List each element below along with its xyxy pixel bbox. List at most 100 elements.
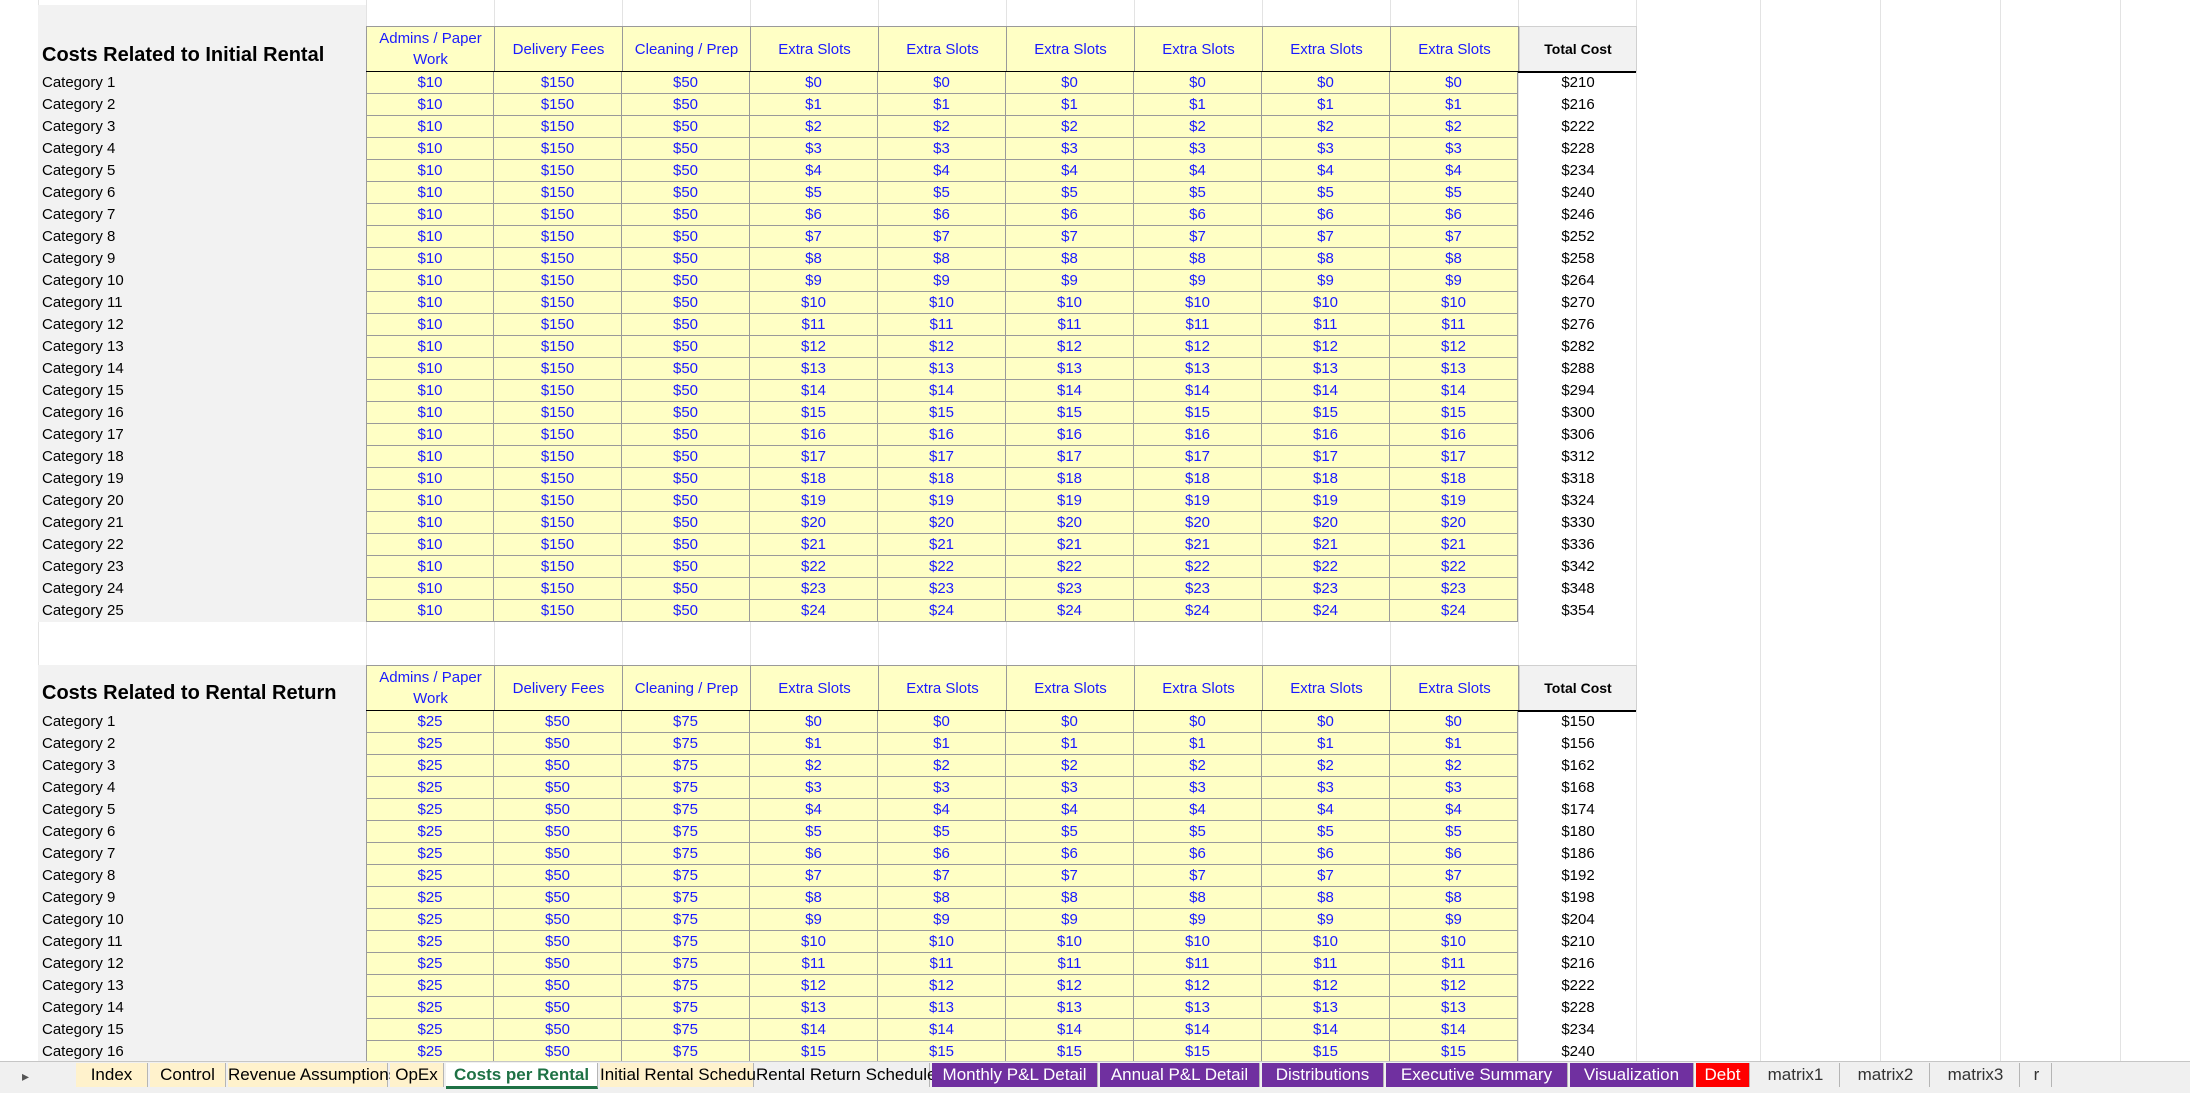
input-cell[interactable]: $50 [494,843,622,865]
input-cell[interactable]: $150 [494,446,622,468]
input-cell[interactable]: $0 [1006,72,1134,94]
input-cell[interactable]: $11 [1006,314,1134,336]
total-cost-cell[interactable]: $210 [1519,931,1637,953]
input-cell[interactable]: $150 [494,512,622,534]
total-cost-cell[interactable]: $180 [1519,821,1637,843]
input-cell[interactable]: $13 [878,358,1006,380]
input-cell[interactable]: $150 [494,248,622,270]
total-cost-cell[interactable]: $276 [1519,314,1637,336]
input-cell[interactable]: $0 [1006,711,1134,733]
column-header[interactable]: Extra Slots [750,665,879,711]
input-cell[interactable]: $10 [366,248,494,270]
category-label[interactable]: Category 7 [42,843,115,865]
input-cell[interactable]: $50 [622,446,750,468]
input-cell[interactable]: $25 [366,931,494,953]
input-cell[interactable]: $150 [494,424,622,446]
input-cell[interactable]: $6 [878,843,1006,865]
input-cell[interactable]: $10 [750,931,878,953]
input-cell[interactable]: $17 [1390,446,1518,468]
input-cell[interactable]: $1 [1262,94,1390,116]
column-header[interactable]: Cleaning / Prep [622,26,751,72]
input-cell[interactable]: $0 [1262,72,1390,94]
total-cost-cell[interactable]: $336 [1519,534,1637,556]
input-cell[interactable]: $5 [1006,821,1134,843]
input-cell[interactable]: $13 [750,358,878,380]
input-cell[interactable]: $50 [622,468,750,490]
input-cell[interactable]: $10 [366,270,494,292]
input-cell[interactable]: $1 [1390,733,1518,755]
input-cell[interactable]: $7 [1006,226,1134,248]
input-cell[interactable]: $150 [494,600,622,622]
input-cell[interactable]: $75 [622,711,750,733]
category-label[interactable]: Category 23 [42,556,124,578]
input-cell[interactable]: $150 [494,358,622,380]
input-cell[interactable]: $21 [750,534,878,556]
total-cost-header[interactable]: Total Cost [1519,665,1637,711]
input-cell[interactable]: $13 [878,997,1006,1019]
tab-scroll-arrow-icon[interactable]: ▸ [22,1068,29,1085]
input-cell[interactable]: $13 [750,997,878,1019]
input-cell[interactable]: $1 [1134,733,1262,755]
input-cell[interactable]: $16 [1390,424,1518,446]
input-cell[interactable]: $17 [878,446,1006,468]
input-cell[interactable]: $4 [1390,160,1518,182]
input-cell[interactable]: $20 [878,512,1006,534]
sheet-tab-control[interactable]: Control [150,1063,226,1087]
category-label[interactable]: Category 13 [42,975,124,997]
sheet-tab-monthly-p-l-detail[interactable]: Monthly P&L Detail [932,1063,1098,1087]
input-cell[interactable]: $12 [1006,336,1134,358]
input-cell[interactable]: $6 [1134,204,1262,226]
total-cost-cell[interactable]: $222 [1519,116,1637,138]
input-cell[interactable]: $6 [1390,204,1518,226]
input-cell[interactable]: $9 [750,909,878,931]
input-cell[interactable]: $25 [366,997,494,1019]
category-label[interactable]: Category 11 [42,931,123,953]
input-cell[interactable]: $16 [1006,424,1134,446]
category-label[interactable]: Category 4 [42,777,115,799]
input-cell[interactable]: $5 [750,182,878,204]
input-cell[interactable]: $10 [1390,292,1518,314]
input-cell[interactable]: $21 [878,534,1006,556]
input-cell[interactable]: $50 [494,711,622,733]
input-cell[interactable]: $10 [366,204,494,226]
total-cost-cell[interactable]: $252 [1519,226,1637,248]
column-header[interactable]: Extra Slots [878,26,1007,72]
input-cell[interactable]: $150 [494,138,622,160]
column-header[interactable]: Extra Slots [1390,665,1519,711]
column-header[interactable]: Extra Slots [1262,26,1391,72]
input-cell[interactable]: $15 [1006,402,1134,424]
input-cell[interactable]: $50 [622,380,750,402]
input-cell[interactable]: $5 [878,182,1006,204]
input-cell[interactable]: $50 [494,953,622,975]
input-cell[interactable]: $3 [1006,777,1134,799]
input-cell[interactable]: $50 [494,733,622,755]
input-cell[interactable]: $11 [1006,953,1134,975]
input-cell[interactable]: $4 [1262,160,1390,182]
category-label[interactable]: Category 24 [42,578,124,600]
input-cell[interactable]: $23 [1006,578,1134,600]
input-cell[interactable]: $10 [366,578,494,600]
input-cell[interactable]: $10 [366,94,494,116]
input-cell[interactable]: $0 [878,711,1006,733]
input-cell[interactable]: $25 [366,799,494,821]
total-cost-cell[interactable]: $324 [1519,490,1637,512]
category-label[interactable]: Category 8 [42,865,115,887]
input-cell[interactable]: $18 [750,468,878,490]
input-cell[interactable]: $50 [622,248,750,270]
category-label[interactable]: Category 16 [42,1041,124,1061]
column-header[interactable]: Extra Slots [1006,26,1135,72]
column-header[interactable]: Delivery Fees [494,26,623,72]
input-cell[interactable]: $14 [1134,1019,1262,1041]
input-cell[interactable]: $10 [366,358,494,380]
input-cell[interactable]: $18 [878,468,1006,490]
input-cell[interactable]: $21 [1390,534,1518,556]
input-cell[interactable]: $18 [1390,468,1518,490]
input-cell[interactable]: $14 [1262,1019,1390,1041]
input-cell[interactable]: $10 [366,600,494,622]
input-cell[interactable]: $150 [494,94,622,116]
input-cell[interactable]: $50 [622,600,750,622]
input-cell[interactable]: $7 [1006,865,1134,887]
column-header[interactable]: Extra Slots [1006,665,1135,711]
sheet-tab-matrix3[interactable]: matrix3 [1932,1063,2020,1087]
input-cell[interactable]: $25 [366,821,494,843]
